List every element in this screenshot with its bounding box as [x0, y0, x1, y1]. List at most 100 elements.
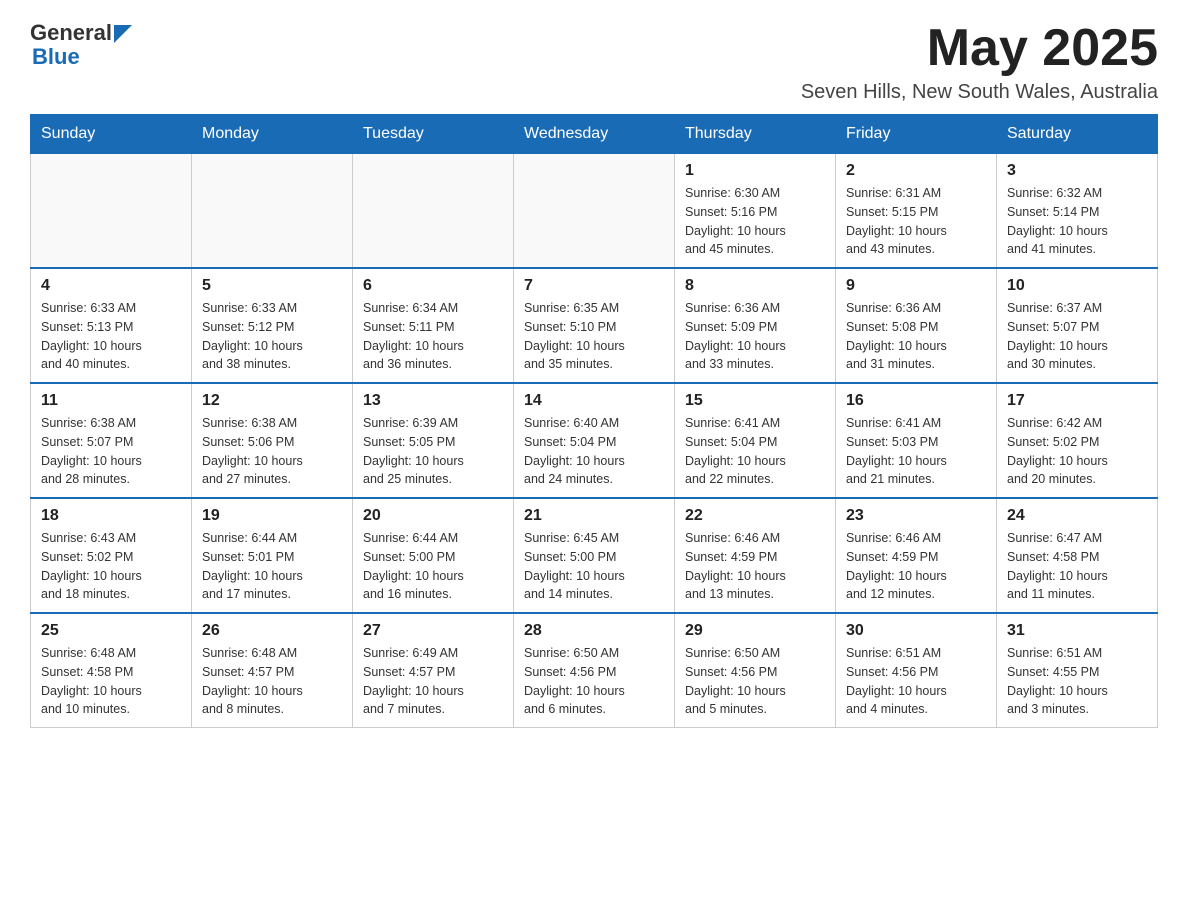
day-info: Sunrise: 6:32 AM Sunset: 5:14 PM Dayligh… [1007, 184, 1147, 259]
calendar-cell: 17 Sunrise: 6:42 AM Sunset: 5:02 PM Dayli… [997, 383, 1158, 498]
day-number: 3 [1007, 162, 1147, 180]
calendar-week-row: 4 Sunrise: 6:33 AM Sunset: 5:13 PM Daylig… [31, 268, 1158, 383]
day-number: 19 [202, 507, 342, 525]
calendar-cell: 7 Sunrise: 6:35 AM Sunset: 5:10 PM Daylig… [514, 268, 675, 383]
day-number: 7 [524, 277, 664, 295]
day-info: Sunrise: 6:36 AM Sunset: 5:08 PM Dayligh… [846, 299, 986, 374]
day-info: Sunrise: 6:41 AM Sunset: 5:04 PM Dayligh… [685, 414, 825, 489]
day-number: 14 [524, 392, 664, 410]
calendar-cell [192, 154, 353, 269]
day-info: Sunrise: 6:46 AM Sunset: 4:59 PM Dayligh… [846, 529, 986, 604]
calendar-cell: 15 Sunrise: 6:41 AM Sunset: 5:04 PM Dayli… [675, 383, 836, 498]
day-number: 17 [1007, 392, 1147, 410]
day-number: 22 [685, 507, 825, 525]
calendar-cell: 9 Sunrise: 6:36 AM Sunset: 5:08 PM Daylig… [836, 268, 997, 383]
day-number: 11 [41, 392, 181, 410]
calendar-header-sunday: Sunday [31, 115, 192, 154]
logo-blue-text: Blue [32, 44, 80, 70]
calendar-cell: 8 Sunrise: 6:36 AM Sunset: 5:09 PM Daylig… [675, 268, 836, 383]
day-number: 30 [846, 622, 986, 640]
calendar-week-row: 1 Sunrise: 6:30 AM Sunset: 5:16 PM Daylig… [31, 154, 1158, 269]
calendar-week-row: 18 Sunrise: 6:43 AM Sunset: 5:02 PM Dayli… [31, 498, 1158, 613]
calendar-week-row: 25Sunrise: 6:48 AM Sunset: 4:58 PM Dayli… [31, 613, 1158, 728]
day-number: 8 [685, 277, 825, 295]
calendar-cell: 25Sunrise: 6:48 AM Sunset: 4:58 PM Dayli… [31, 613, 192, 728]
calendar-cell [353, 154, 514, 269]
title-area: May 2025 Seven Hills, New South Wales, A… [801, 20, 1158, 104]
day-info: Sunrise: 6:50 AM Sunset: 4:56 PM Dayligh… [524, 644, 664, 719]
calendar-cell: 2Sunrise: 6:31 AM Sunset: 5:15 PM Daylig… [836, 154, 997, 269]
logo-general-text: General [30, 20, 112, 46]
calendar-cell: 31 Sunrise: 6:51 AM Sunset: 4:55 PM Dayli… [997, 613, 1158, 728]
day-number: 2 [846, 162, 986, 180]
calendar-cell [514, 154, 675, 269]
day-info: Sunrise: 6:41 AM Sunset: 5:03 PM Dayligh… [846, 414, 986, 489]
calendar-cell: 12Sunrise: 6:38 AM Sunset: 5:06 PM Dayli… [192, 383, 353, 498]
calendar-cell: 23Sunrise: 6:46 AM Sunset: 4:59 PM Dayli… [836, 498, 997, 613]
day-number: 26 [202, 622, 342, 640]
day-number: 24 [1007, 507, 1147, 525]
day-info: Sunrise: 6:30 AM Sunset: 5:16 PM Dayligh… [685, 184, 825, 259]
calendar-cell: 26Sunrise: 6:48 AM Sunset: 4:57 PM Dayli… [192, 613, 353, 728]
calendar-cell: 21 Sunrise: 6:45 AM Sunset: 5:00 PM Dayli… [514, 498, 675, 613]
calendar-cell: 19 Sunrise: 6:44 AM Sunset: 5:01 PM Dayli… [192, 498, 353, 613]
day-info: Sunrise: 6:45 AM Sunset: 5:00 PM Dayligh… [524, 529, 664, 604]
page-header: General Blue May 2025 Seven Hills, New S… [30, 20, 1158, 104]
day-number: 16 [846, 392, 986, 410]
calendar-cell: 11 Sunrise: 6:38 AM Sunset: 5:07 PM Dayli… [31, 383, 192, 498]
day-info: Sunrise: 6:44 AM Sunset: 5:00 PM Dayligh… [363, 529, 503, 604]
calendar-cell: 16 Sunrise: 6:41 AM Sunset: 5:03 PM Dayli… [836, 383, 997, 498]
day-info: Sunrise: 6:35 AM Sunset: 5:10 PM Dayligh… [524, 299, 664, 374]
day-number: 13 [363, 392, 503, 410]
calendar-table: SundayMondayTuesdayWednesdayThursdayFrid… [30, 114, 1158, 728]
day-info: Sunrise: 6:51 AM Sunset: 4:56 PM Dayligh… [846, 644, 986, 719]
calendar-header-tuesday: Tuesday [353, 115, 514, 154]
calendar-cell: 4 Sunrise: 6:33 AM Sunset: 5:13 PM Daylig… [31, 268, 192, 383]
day-info: Sunrise: 6:44 AM Sunset: 5:01 PM Dayligh… [202, 529, 342, 604]
day-info: Sunrise: 6:51 AM Sunset: 4:55 PM Dayligh… [1007, 644, 1147, 719]
day-info: Sunrise: 6:38 AM Sunset: 5:07 PM Dayligh… [41, 414, 181, 489]
day-info: Sunrise: 6:33 AM Sunset: 5:13 PM Dayligh… [41, 299, 181, 374]
calendar-cell: 27Sunrise: 6:49 AM Sunset: 4:57 PM Dayli… [353, 613, 514, 728]
calendar-header-thursday: Thursday [675, 115, 836, 154]
calendar-cell: 20Sunrise: 6:44 AM Sunset: 5:00 PM Dayli… [353, 498, 514, 613]
day-info: Sunrise: 6:36 AM Sunset: 5:09 PM Dayligh… [685, 299, 825, 374]
calendar-header-row: SundayMondayTuesdayWednesdayThursdayFrid… [31, 115, 1158, 154]
day-info: Sunrise: 6:42 AM Sunset: 5:02 PM Dayligh… [1007, 414, 1147, 489]
day-number: 28 [524, 622, 664, 640]
day-info: Sunrise: 6:37 AM Sunset: 5:07 PM Dayligh… [1007, 299, 1147, 374]
calendar-cell: 5 Sunrise: 6:33 AM Sunset: 5:12 PM Daylig… [192, 268, 353, 383]
day-number: 9 [846, 277, 986, 295]
day-info: Sunrise: 6:43 AM Sunset: 5:02 PM Dayligh… [41, 529, 181, 604]
day-number: 4 [41, 277, 181, 295]
day-number: 31 [1007, 622, 1147, 640]
calendar-cell: 13 Sunrise: 6:39 AM Sunset: 5:05 PM Dayli… [353, 383, 514, 498]
day-info: Sunrise: 6:40 AM Sunset: 5:04 PM Dayligh… [524, 414, 664, 489]
calendar-cell: 3 Sunrise: 6:32 AM Sunset: 5:14 PM Daylig… [997, 154, 1158, 269]
calendar-cell: 14 Sunrise: 6:40 AM Sunset: 5:04 PM Dayli… [514, 383, 675, 498]
day-number: 15 [685, 392, 825, 410]
calendar-cell: 10 Sunrise: 6:37 AM Sunset: 5:07 PM Dayli… [997, 268, 1158, 383]
day-info: Sunrise: 6:47 AM Sunset: 4:58 PM Dayligh… [1007, 529, 1147, 604]
day-number: 27 [363, 622, 503, 640]
day-number: 18 [41, 507, 181, 525]
calendar-header-wednesday: Wednesday [514, 115, 675, 154]
calendar-cell [31, 154, 192, 269]
day-info: Sunrise: 6:39 AM Sunset: 5:05 PM Dayligh… [363, 414, 503, 489]
calendar-cell: 24 Sunrise: 6:47 AM Sunset: 4:58 PM Dayli… [997, 498, 1158, 613]
day-number: 1 [685, 162, 825, 180]
day-number: 29 [685, 622, 825, 640]
day-number: 6 [363, 277, 503, 295]
calendar-header-monday: Monday [192, 115, 353, 154]
calendar-cell: 18 Sunrise: 6:43 AM Sunset: 5:02 PM Dayli… [31, 498, 192, 613]
calendar-cell: 22Sunrise: 6:46 AM Sunset: 4:59 PM Dayli… [675, 498, 836, 613]
day-info: Sunrise: 6:50 AM Sunset: 4:56 PM Dayligh… [685, 644, 825, 719]
day-number: 10 [1007, 277, 1147, 295]
calendar-header-friday: Friday [836, 115, 997, 154]
calendar-cell: 6Sunrise: 6:34 AM Sunset: 5:11 PM Daylig… [353, 268, 514, 383]
day-number: 5 [202, 277, 342, 295]
calendar-cell: 28 Sunrise: 6:50 AM Sunset: 4:56 PM Dayli… [514, 613, 675, 728]
day-info: Sunrise: 6:33 AM Sunset: 5:12 PM Dayligh… [202, 299, 342, 374]
day-number: 21 [524, 507, 664, 525]
logo-arrow-icon [114, 25, 132, 43]
